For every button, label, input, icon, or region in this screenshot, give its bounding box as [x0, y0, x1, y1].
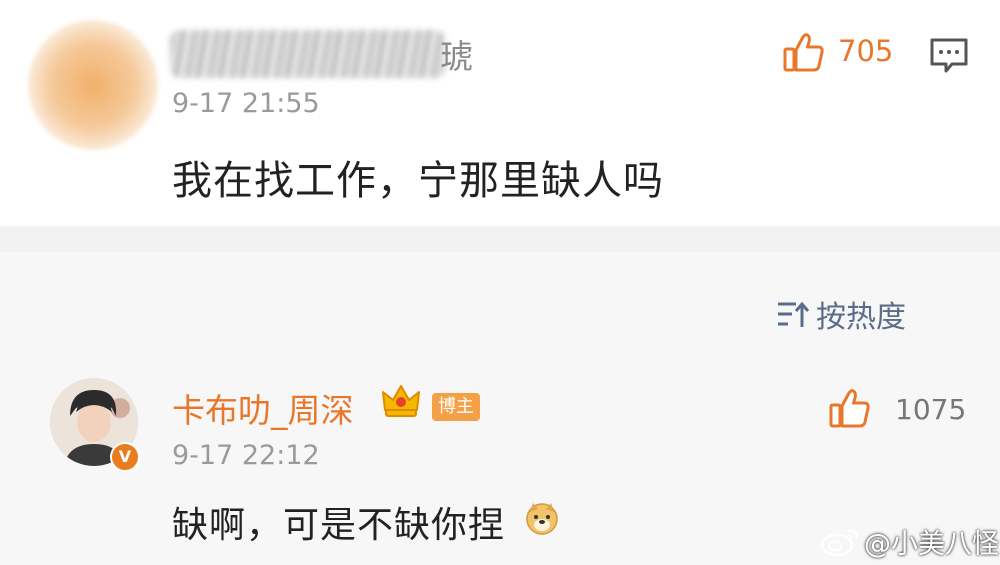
doge-emoji-icon	[526, 503, 558, 535]
thumbs-up-icon[interactable]	[828, 386, 872, 430]
username-blurred[interactable]	[170, 30, 445, 78]
comment-reply-icon[interactable]	[928, 36, 970, 76]
comment-2-text: 缺啊，可是不缺你捏	[172, 505, 506, 546]
comment-1-like-count: 705	[838, 34, 894, 68]
sort-by-hot-button[interactable]: 按热度	[776, 294, 906, 335]
thumbs-up-icon[interactable]	[782, 30, 826, 74]
comment-1-text: 我在找工作，宁那里缺人吗	[172, 158, 664, 204]
watermark: @小美八怪	[820, 524, 999, 560]
avatar-blurred[interactable]	[28, 20, 158, 150]
comment-2-time: 9-17 22:12	[172, 440, 320, 471]
crown-icon	[382, 385, 420, 417]
sort-label: 按热度	[816, 300, 906, 335]
comment-2-like-count: 1075	[895, 393, 967, 426]
username[interactable]: 卡布叻_周深	[172, 384, 354, 432]
sort-icon	[778, 301, 810, 327]
weibo-logo-icon	[820, 528, 859, 556]
verified-v-icon: V	[110, 442, 140, 472]
watermark-text: @小美八怪	[864, 528, 999, 560]
host-badge: 博主	[432, 393, 480, 421]
comment-1-time: 9-17 21:55	[172, 88, 320, 119]
username-visible-tail: 琥	[440, 37, 473, 76]
